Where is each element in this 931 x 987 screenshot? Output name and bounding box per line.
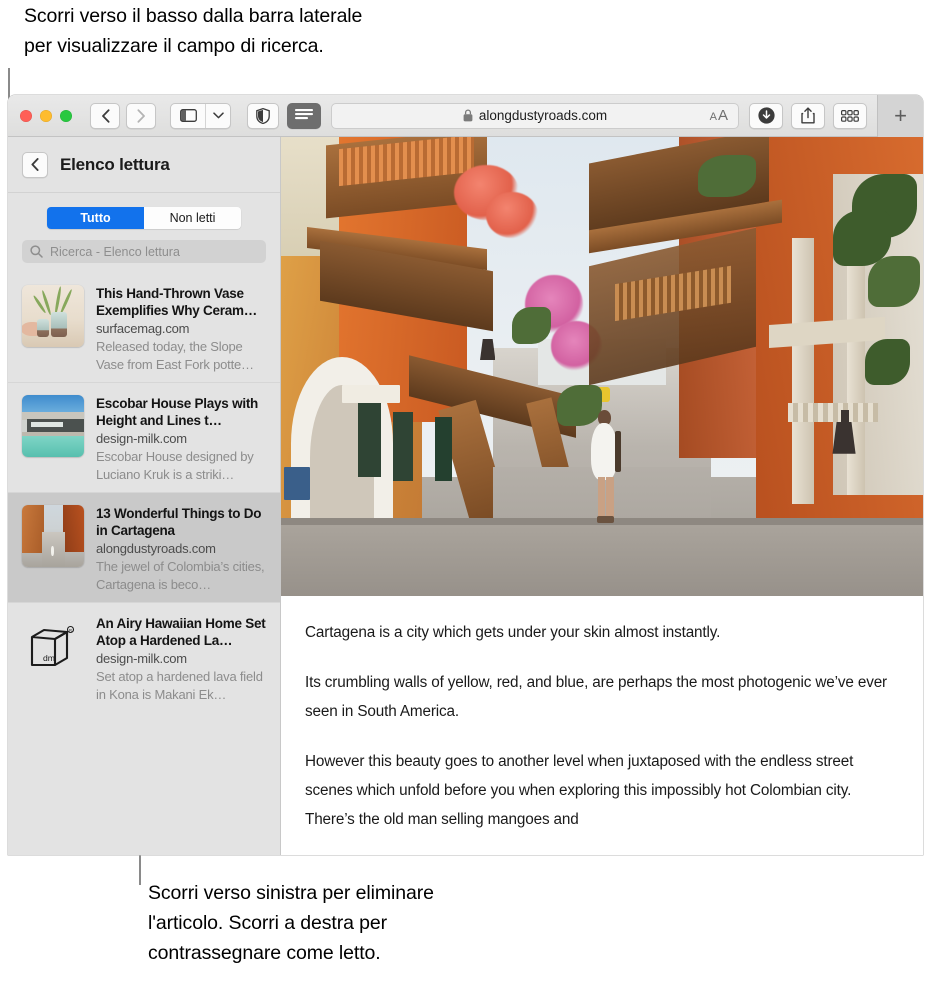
- chevron-left-icon: [101, 108, 109, 123]
- list-item-snippet: Set atop a hardened lava field in Kona i…: [96, 669, 263, 702]
- address-bar-content: alongdustyroads.com: [332, 108, 738, 123]
- list-item-snippet: Escobar House designed by Luciano Kruk i…: [96, 449, 254, 482]
- safari-window: alongdustyroads.com A A + Elenco lettura…: [8, 95, 923, 855]
- address-bar-url: alongdustyroads.com: [478, 108, 608, 123]
- article-pane: Cartagena is a city which gets under you…: [281, 137, 923, 855]
- svg-text:dm: dm: [43, 653, 55, 663]
- new-tab-button[interactable]: +: [877, 95, 923, 137]
- svg-text:R: R: [69, 628, 72, 633]
- cartagena-street-thumbnail: [22, 505, 84, 567]
- annotation-top-text: Scorri verso il basso dalla barra latera…: [24, 5, 363, 57]
- download-icon: [757, 107, 775, 124]
- sidebar-toggle-icon: [179, 109, 197, 122]
- list-item-snippet: Released today, the Slope Vase from East…: [96, 339, 254, 372]
- forward-button[interactable]: [126, 102, 156, 129]
- reader-view-group: [287, 102, 321, 129]
- sidebar-toggle-group: [170, 102, 231, 129]
- modern-house-thumbnail: [22, 395, 84, 457]
- search-placeholder: Ricerca - Elenco lettura: [50, 244, 180, 259]
- downloads-button[interactable]: [749, 102, 783, 129]
- toolbar-right-buttons: [749, 102, 877, 129]
- cartagena-colonial-street-photo: [281, 137, 923, 596]
- filter-tab-unread[interactable]: Non letti: [144, 207, 241, 229]
- list-item-site: design-milk.com: [96, 651, 187, 666]
- close-window-button[interactable]: [20, 109, 32, 122]
- sidebar-header: Elenco lettura: [8, 137, 280, 193]
- annotation-bottom-text: Scorri verso sinistra per eliminare l'ar…: [148, 882, 434, 964]
- list-item-text: An Airy Hawaiian Home Set Atop a Hardene…: [96, 615, 266, 702]
- text-size-large-a: A: [717, 107, 728, 124]
- list-item-site: alongdustyroads.com: [96, 541, 216, 556]
- sidebar-back-button[interactable]: [22, 151, 48, 178]
- new-tab-label: +: [894, 102, 907, 128]
- sidebar-toggle-button[interactable]: [171, 104, 205, 128]
- browser-toolbar: alongdustyroads.com A A +: [8, 95, 923, 137]
- search-icon: [30, 245, 43, 258]
- article-paragraph: Cartagena is a city which gets under you…: [305, 624, 721, 641]
- privacy-report-group: [247, 102, 279, 129]
- window-content: Elenco lettura Tutto Non letti Ricerca -…: [8, 137, 923, 855]
- filter-tab-all[interactable]: Tutto: [47, 207, 144, 229]
- share-icon: [801, 107, 815, 124]
- list-item-site: surfacemag.com: [96, 321, 190, 336]
- filter-segmented-control[interactable]: Tutto Non letti: [47, 207, 241, 229]
- list-item-text: Escobar House Plays with Height and Line…: [96, 395, 266, 482]
- list-item-title: Escobar House Plays with Height and Line…: [96, 396, 259, 428]
- list-item[interactable]: 13 Wonderful Things to Do in Cartagena a…: [8, 493, 280, 603]
- list-empty-space: [8, 713, 280, 855]
- privacy-report-button[interactable]: [247, 102, 279, 129]
- reader-view-button[interactable]: [287, 102, 321, 129]
- list-item-snippet: The jewel of Colombia’s cities, Cartagen…: [96, 559, 265, 592]
- vase-thumbnail: [22, 285, 84, 347]
- window-controls[interactable]: [20, 109, 72, 122]
- reading-list-sidebar: Elenco lettura Tutto Non letti Ricerca -…: [8, 137, 281, 855]
- chevron-left-icon: [31, 158, 39, 171]
- minimize-window-button[interactable]: [40, 109, 52, 122]
- list-item-site: design-milk.com: [96, 431, 187, 446]
- tab-overview-button[interactable]: [833, 102, 867, 129]
- tab-overview-icon: [841, 109, 859, 122]
- list-item[interactable]: This Hand-Thrown Vase Exemplifies Why Ce…: [8, 273, 280, 383]
- list-item[interactable]: R dm An Airy Hawaiian Home Set Atop a Ha…: [8, 603, 280, 713]
- filter-segmented-wrap: Tutto Non letti: [8, 193, 280, 229]
- share-button[interactable]: [791, 102, 825, 129]
- sidebar-menu-button[interactable]: [205, 103, 230, 128]
- list-item-title: 13 Wonderful Things to Do in Cartagena: [96, 506, 262, 538]
- article-body: Cartagena is a city which gets under you…: [281, 596, 923, 855]
- design-milk-logo-icon: R dm: [30, 625, 75, 667]
- shield-icon: [256, 107, 270, 124]
- article-paragraph: However this beauty goes to another leve…: [305, 753, 854, 828]
- list-item-title: This Hand-Thrown Vase Exemplifies Why Ce…: [96, 286, 258, 318]
- screenshot-root: Scorri verso il basso dalla barra latera…: [0, 0, 931, 987]
- back-button[interactable]: [90, 102, 120, 129]
- chevron-down-icon: [212, 112, 224, 119]
- search-wrap: Ricerca - Elenco lettura: [8, 229, 280, 273]
- zoom-window-button[interactable]: [60, 109, 72, 122]
- text-size-button[interactable]: A A: [710, 107, 728, 124]
- chevron-right-icon: [137, 108, 145, 123]
- list-item-text: This Hand-Thrown Vase Exemplifies Why Ce…: [96, 285, 266, 372]
- lock-icon: [463, 109, 473, 122]
- text-size-small-a: A: [709, 111, 717, 123]
- navigation-buttons: [90, 102, 156, 129]
- reading-list[interactable]: This Hand-Thrown Vase Exemplifies Why Ce…: [8, 273, 280, 855]
- sidebar-title: Elenco lettura: [60, 154, 170, 174]
- list-item[interactable]: Escobar House Plays with Height and Line…: [8, 383, 280, 493]
- design-milk-logo-thumbnail: R dm: [22, 615, 84, 677]
- search-input[interactable]: Ricerca - Elenco lettura: [22, 240, 266, 263]
- list-item-title: An Airy Hawaiian Home Set Atop a Hardene…: [96, 616, 266, 648]
- reader-view-icon: [295, 109, 313, 120]
- article-paragraph: Its crumbling walls of yellow, red, and …: [305, 674, 887, 720]
- list-item-text: 13 Wonderful Things to Do in Cartagena a…: [96, 505, 266, 592]
- address-bar[interactable]: alongdustyroads.com A A: [331, 102, 739, 129]
